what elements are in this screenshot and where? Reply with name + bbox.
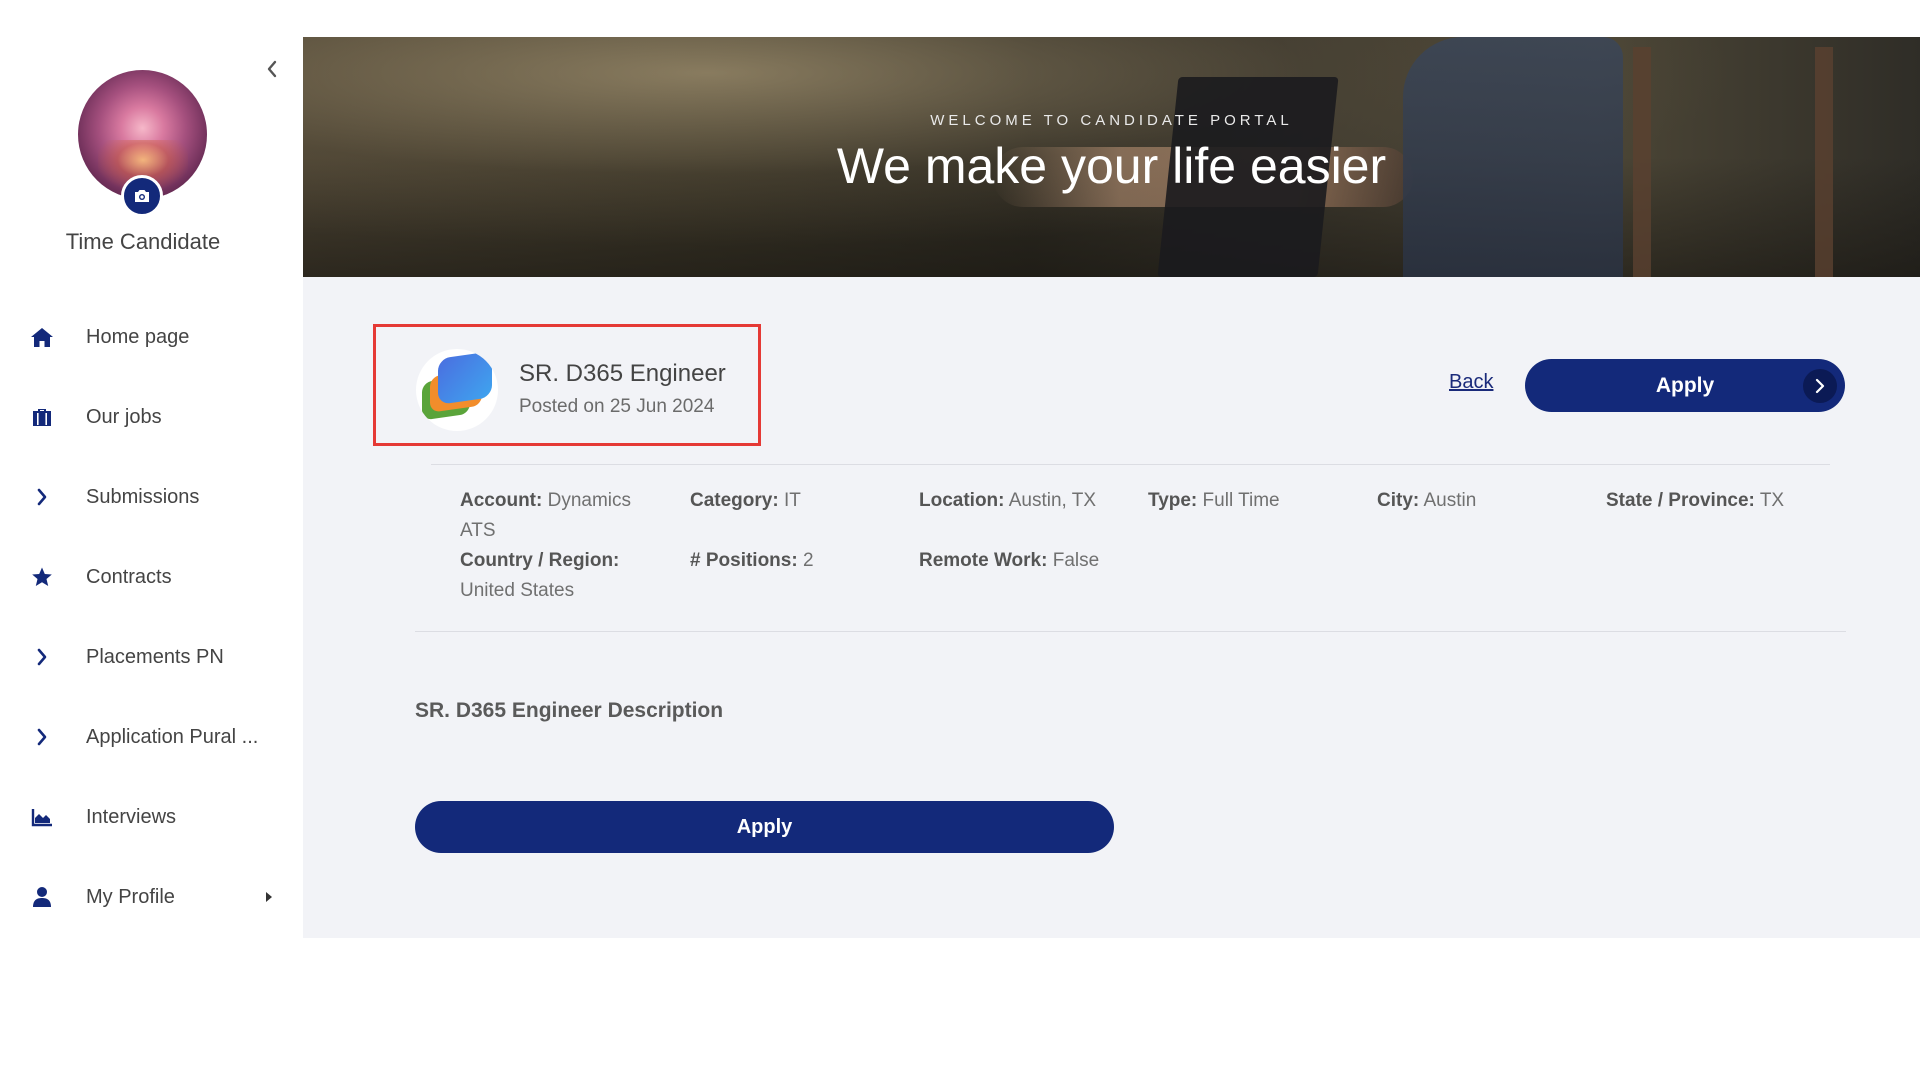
logo-shape-blue	[438, 351, 492, 405]
divider	[431, 464, 1830, 465]
chevron-right-icon	[30, 645, 54, 669]
field-value: Austin, TX	[1008, 490, 1097, 511]
field-country: Country / Region: United States	[460, 546, 650, 606]
apply-button-label: Apply	[1655, 373, 1715, 397]
field-category: Category: IT	[690, 486, 900, 516]
sidebar-item-submissions[interactable]: Submissions	[0, 457, 303, 537]
job-posted-date: Posted on 25 Jun 2024	[519, 396, 715, 417]
field-label: State / Province:	[1606, 490, 1755, 511]
field-value: Full Time	[1202, 490, 1280, 511]
job-title: SR. D365 Engineer	[519, 360, 726, 387]
star-icon	[30, 565, 54, 589]
sidebar-item-label: Application Pural ...	[86, 725, 259, 748]
field-value: TX	[1759, 490, 1785, 511]
sidebar-item-my-profile[interactable]: My Profile	[0, 857, 303, 937]
field-label: City:	[1377, 490, 1420, 511]
chevron-right-icon	[30, 725, 54, 749]
camera-icon	[135, 190, 149, 202]
top-strip	[0, 0, 1920, 37]
caret-right-icon	[262, 890, 276, 904]
job-logo	[416, 349, 498, 431]
field-label: Remote Work:	[919, 550, 1048, 571]
field-value: Austin	[1423, 490, 1477, 511]
field-location: Location: Austin, TX	[919, 486, 1144, 516]
job-header-highlight: SR. D365 Engineer Posted on 25 Jun 2024	[373, 324, 761, 446]
chevron-right-icon	[30, 485, 54, 509]
hero-title: We make your life easier	[836, 138, 1387, 194]
field-value: 2	[802, 550, 814, 571]
sidebar-item-label: Interviews	[86, 805, 177, 828]
sidebar-nav: Home page Our jobs Submissions Contracts…	[0, 297, 303, 937]
field-positions: # Positions: 2	[690, 546, 900, 576]
field-label: Account:	[460, 490, 543, 511]
field-label: Type:	[1148, 490, 1198, 511]
field-label: Category:	[690, 490, 779, 511]
briefcase-icon	[30, 405, 54, 429]
sidebar-item-label: Submissions	[86, 485, 200, 508]
field-value: False	[1052, 550, 1100, 571]
divider	[415, 631, 1846, 632]
field-remote-work: Remote Work: False	[919, 546, 1144, 576]
user-name: Time Candidate	[65, 229, 221, 254]
chevron-right-icon	[1803, 369, 1837, 403]
field-label: Country / Region:	[460, 550, 620, 571]
hero-banner: WELCOME TO CANDIDATE PORTAL We make your…	[303, 37, 1920, 277]
sidebar-item-label: Home page	[86, 325, 190, 348]
hero-subtitle: WELCOME TO CANDIDATE PORTAL	[930, 112, 1293, 129]
user-icon	[30, 885, 54, 909]
change-photo-button[interactable]	[121, 175, 163, 217]
avatar-container	[78, 70, 207, 217]
sidebar: Time Candidate Home page Our jobs Submis…	[0, 37, 303, 937]
field-label: Location:	[919, 490, 1005, 511]
sidebar-item-home-page[interactable]: Home page	[0, 297, 303, 377]
sidebar-item-application-pural[interactable]: Application Pural ...	[0, 697, 303, 777]
apply-button-bottom[interactable]: Apply	[415, 801, 1114, 853]
field-value: IT	[783, 490, 801, 511]
sidebar-item-label: My Profile	[86, 885, 175, 908]
apply-button-label: Apply	[736, 815, 793, 838]
collapse-sidebar-button[interactable]	[260, 57, 284, 81]
field-city: City: Austin	[1377, 486, 1587, 516]
home-icon	[30, 325, 54, 349]
apply-button-top[interactable]: Apply	[1525, 359, 1845, 412]
chevron-left-icon	[267, 60, 277, 78]
sidebar-item-placements-pn[interactable]: Placements PN	[0, 617, 303, 697]
field-state: State / Province: TX	[1606, 486, 1856, 516]
field-account: Account: Dynamics ATS	[460, 486, 670, 546]
sidebar-item-our-jobs[interactable]: Our jobs	[0, 377, 303, 457]
main-content: WELCOME TO CANDIDATE PORTAL We make your…	[303, 37, 1920, 938]
sidebar-item-interviews[interactable]: Interviews	[0, 777, 303, 857]
sidebar-item-label: Contracts	[86, 565, 172, 588]
area-chart-icon	[30, 805, 54, 829]
field-type: Type: Full Time	[1148, 486, 1358, 516]
description-title: SR. D365 Engineer Description	[415, 699, 724, 722]
sidebar-item-contracts[interactable]: Contracts	[0, 537, 303, 617]
sidebar-item-label: Our jobs	[86, 405, 162, 428]
field-value: United States	[460, 580, 575, 601]
sidebar-item-label: Placements PN	[86, 645, 224, 668]
back-link[interactable]: Back	[1449, 371, 1493, 394]
field-label: # Positions:	[690, 550, 798, 571]
